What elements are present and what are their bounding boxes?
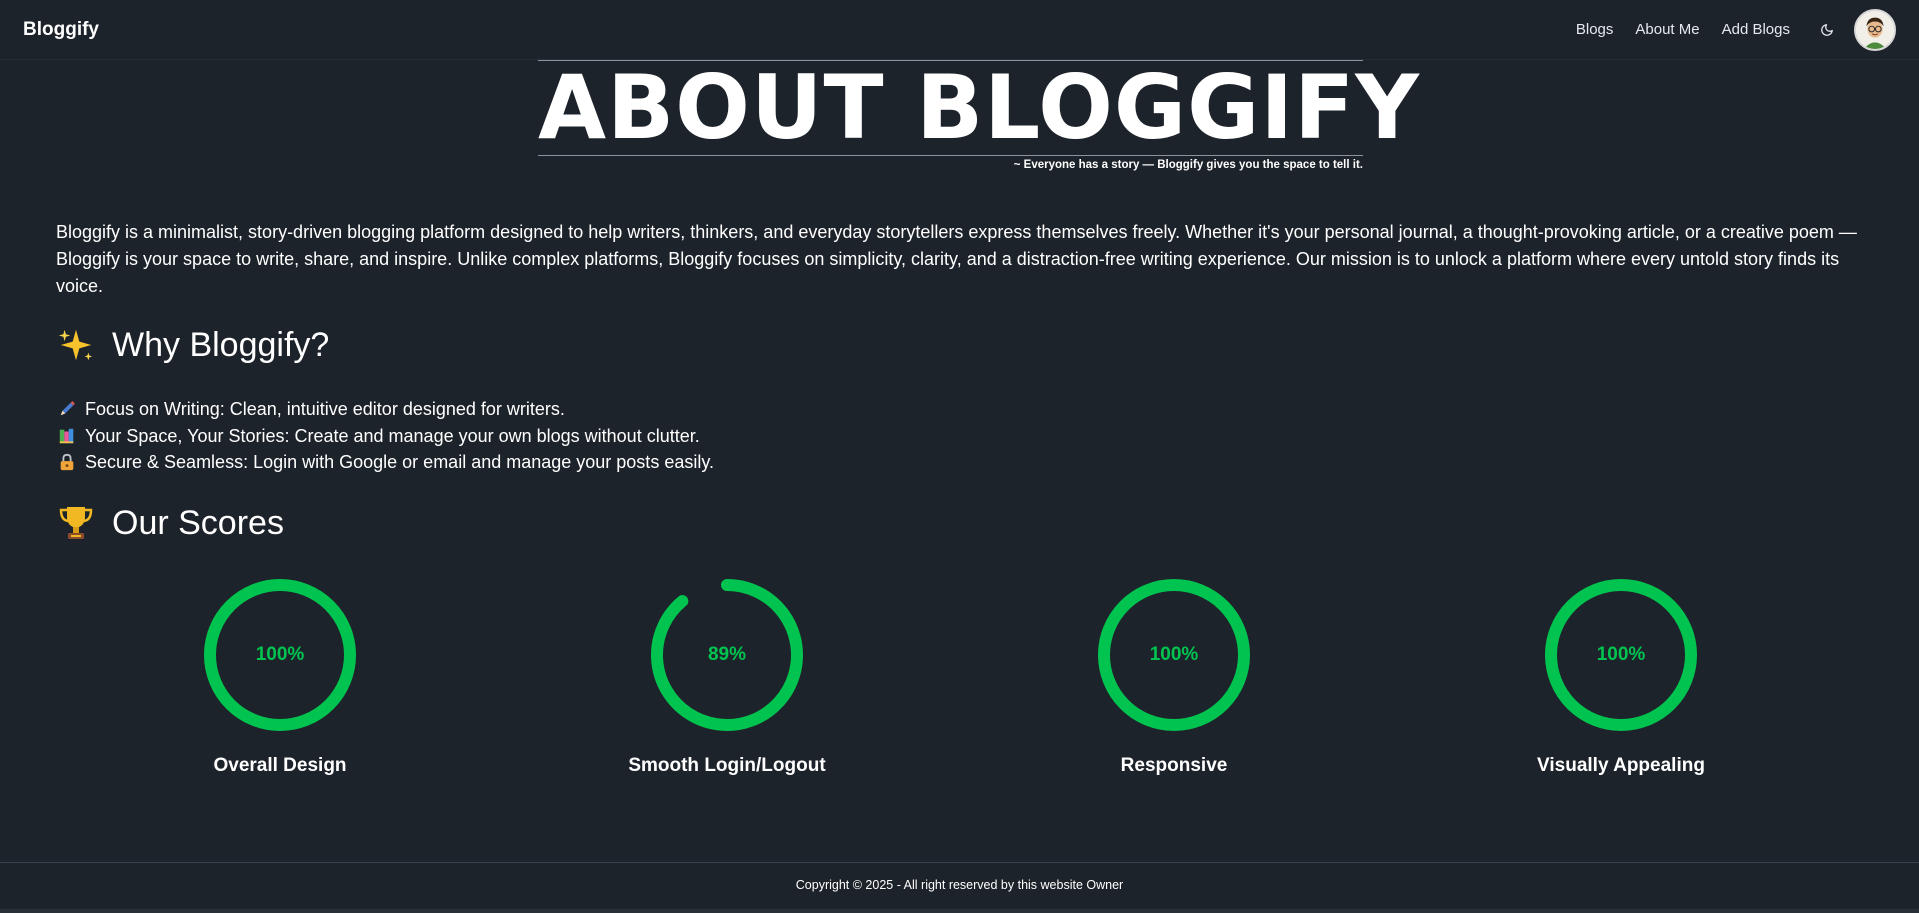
score-card-overall-design: 100% Overall Design bbox=[130, 576, 430, 777]
progress-ring: 100% bbox=[1542, 576, 1700, 734]
score-card-smooth-login: 89% Smooth Login/Logout bbox=[577, 576, 877, 777]
list-item: Focus on Writing: Clean, intuitive edito… bbox=[57, 396, 714, 423]
navbar: Bloggify Blogs About Me Add Blogs bbox=[0, 0, 1919, 60]
progress-ring: 89% bbox=[648, 576, 806, 734]
score-value: 100% bbox=[1596, 644, 1646, 665]
scores-heading: Our Scores bbox=[56, 503, 284, 543]
hero: ABOUT BLOGGIFY ~ Everyone has a story — … bbox=[538, 56, 1420, 171]
hero-tagline: ~ Everyone has a story — Bloggify gives … bbox=[1013, 159, 1363, 171]
sparkles-icon bbox=[56, 325, 96, 365]
list-item: Your Space, Your Stories: Create and man… bbox=[57, 423, 714, 450]
nav-link-add-blogs[interactable]: Add Blogs bbox=[1722, 21, 1790, 38]
pen-icon bbox=[57, 399, 77, 419]
moon-icon[interactable] bbox=[1818, 21, 1836, 39]
feature-list: Focus on Writing: Clean, intuitive edito… bbox=[57, 396, 714, 476]
score-label: Overall Design bbox=[213, 755, 347, 776]
scores-heading-text: Our Scores bbox=[112, 503, 284, 542]
bottom-edge bbox=[0, 909, 1919, 913]
score-value: 89% bbox=[707, 644, 747, 665]
avatar[interactable] bbox=[1854, 8, 1896, 51]
why-heading: Why Bloggify? bbox=[56, 325, 329, 365]
intro-paragraph: Bloggify is a minimalist, story-driven b… bbox=[56, 222, 1857, 296]
footer-copyright: Copyright © 2025 - All right reserved by… bbox=[795, 878, 1124, 892]
user-avatar-icon bbox=[1856, 10, 1894, 49]
feature-text: Focus on Writing: Clean, intuitive edito… bbox=[85, 399, 565, 419]
score-value: 100% bbox=[1149, 644, 1199, 665]
nav-link-blogs[interactable]: Blogs bbox=[1576, 21, 1614, 38]
feature-text: Secure & Seamless: Login with Google or … bbox=[85, 452, 714, 472]
books-icon bbox=[57, 426, 77, 446]
list-item: Secure & Seamless: Login with Google or … bbox=[57, 449, 714, 476]
feature-text: Your Space, Your Stories: Create and man… bbox=[85, 425, 700, 446]
score-label: Visually Appealing bbox=[1537, 755, 1705, 776]
trophy-icon bbox=[56, 503, 96, 543]
progress-ring: 100% bbox=[1095, 576, 1253, 734]
progress-ring: 100% bbox=[201, 576, 359, 734]
nav-link-about-me[interactable]: About Me bbox=[1635, 21, 1699, 38]
brand-logo[interactable]: Bloggify bbox=[23, 19, 99, 41]
footer-divider bbox=[0, 862, 1919, 863]
why-heading-text: Why Bloggify? bbox=[112, 325, 330, 364]
page-title: ABOUT BLOGGIFY bbox=[538, 56, 1420, 159]
about-page: Bloggify Blogs About Me Add Blogs ABOUT … bbox=[0, 0, 1919, 913]
nav-links: Blogs About Me Add Blogs bbox=[1554, 8, 1896, 51]
score-label: Responsive bbox=[1120, 755, 1228, 776]
lock-icon bbox=[57, 452, 77, 472]
score-card-visually-appealing: 100% Visually Appealing bbox=[1471, 576, 1771, 777]
score-value: 100% bbox=[255, 644, 305, 665]
score-label: Smooth Login/Logout bbox=[628, 755, 826, 776]
score-card-responsive: 100% Responsive bbox=[1024, 576, 1324, 777]
